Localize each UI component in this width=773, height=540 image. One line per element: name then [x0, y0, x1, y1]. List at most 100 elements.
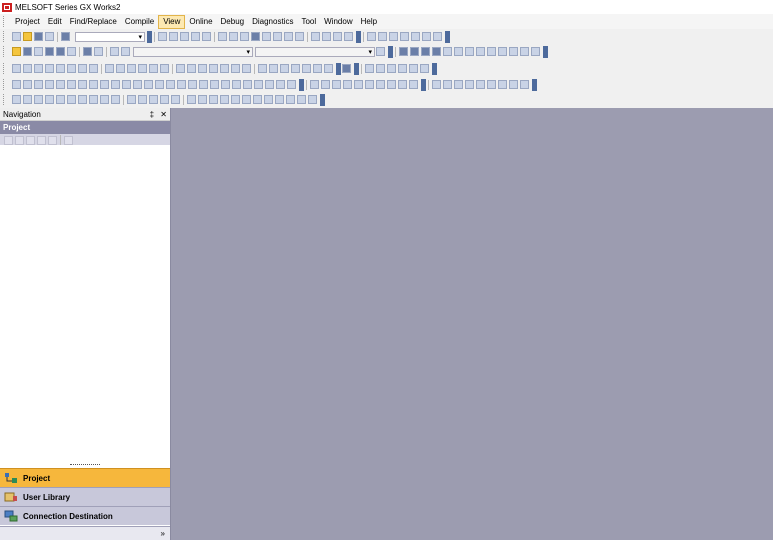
- device-comment-icon[interactable]: [258, 64, 267, 73]
- menu-window[interactable]: Window: [320, 16, 356, 28]
- monitor-icon[interactable]: [311, 32, 320, 41]
- close-icon[interactable]: ✕: [160, 110, 167, 119]
- watch-window-icon[interactable]: [67, 47, 76, 56]
- toolbar-overflow[interactable]: [543, 45, 548, 58]
- sfc-jump-icon[interactable]: [387, 64, 396, 73]
- function-icon[interactable]: [280, 64, 289, 73]
- menu-project[interactable]: Project: [11, 16, 44, 28]
- fbd-connector-icon[interactable]: [100, 80, 109, 89]
- structure-icon[interactable]: [302, 64, 311, 73]
- st-zoom-in-icon[interactable]: [398, 80, 407, 89]
- fbd-negate-icon[interactable]: [166, 80, 175, 89]
- sfc-edit-3-icon[interactable]: [34, 95, 43, 104]
- zoom-in-icon[interactable]: [313, 64, 322, 73]
- menu-online[interactable]: Online: [185, 16, 216, 28]
- watch-icon[interactable]: [389, 32, 398, 41]
- line-draw-icon[interactable]: [176, 64, 185, 73]
- pin-icon[interactable]: ‡: [150, 110, 154, 119]
- toolbar-overflow[interactable]: [354, 62, 359, 75]
- fbd-route-icon[interactable]: [265, 80, 274, 89]
- tool-8-icon[interactable]: [509, 80, 518, 89]
- fbd-block-icon[interactable]: [45, 80, 54, 89]
- tool-7-icon[interactable]: [498, 80, 507, 89]
- format-2-icon[interactable]: [410, 47, 419, 56]
- menu-edit[interactable]: Edit: [44, 16, 66, 28]
- simulate-icon[interactable]: [433, 32, 442, 41]
- new-data-icon[interactable]: [4, 135, 13, 145]
- nav-button-user-library[interactable]: User Library: [0, 487, 170, 506]
- menu-grip[interactable]: [3, 16, 7, 27]
- application-instruction-icon[interactable]: [67, 64, 76, 73]
- sfc-edit-12-icon[interactable]: [138, 95, 147, 104]
- project-tree[interactable]: [0, 145, 170, 470]
- fbd-order-icon[interactable]: [243, 80, 252, 89]
- print-icon[interactable]: [45, 32, 54, 41]
- navigation-splitter[interactable]: [0, 460, 170, 468]
- network-icon[interactable]: [83, 47, 92, 56]
- sfc-edit-17-icon[interactable]: [198, 95, 207, 104]
- fbd-parallel-icon[interactable]: [199, 80, 208, 89]
- sfc-step-icon[interactable]: [365, 64, 374, 73]
- replace-icon[interactable]: [229, 32, 238, 41]
- display-format-icon[interactable]: [509, 47, 518, 56]
- fbd-arrow-left-icon[interactable]: [232, 80, 241, 89]
- decimal-icon[interactable]: [443, 47, 452, 56]
- sfc-edit-16-icon[interactable]: [187, 95, 196, 104]
- compile-icon[interactable]: [284, 32, 293, 41]
- st-insert-icon[interactable]: [321, 80, 330, 89]
- fbd-zoom-out-icon[interactable]: [287, 80, 296, 89]
- coil-icon[interactable]: [56, 64, 65, 73]
- open-contact-icon[interactable]: [12, 64, 21, 73]
- format-1-icon[interactable]: [399, 47, 408, 56]
- fbd-left-rail-icon[interactable]: [133, 80, 142, 89]
- inline-structure-icon[interactable]: [209, 64, 218, 73]
- open-branch-icon[interactable]: [34, 64, 43, 73]
- toolbar-grip[interactable]: [3, 31, 7, 42]
- menu-debug[interactable]: Debug: [217, 16, 249, 28]
- rising-edge-icon[interactable]: [105, 64, 114, 73]
- comment-display-icon[interactable]: [520, 47, 529, 56]
- menu-help[interactable]: Help: [357, 16, 381, 28]
- sfc-edit-22-icon[interactable]: [253, 95, 262, 104]
- st-bookmark-icon[interactable]: [387, 80, 396, 89]
- help-icon[interactable]: [61, 32, 70, 41]
- tool-9-icon[interactable]: [520, 80, 529, 89]
- help-search-icon[interactable]: [342, 64, 351, 73]
- write-icon[interactable]: [322, 32, 331, 41]
- note-icon[interactable]: [231, 64, 240, 73]
- navigation-toggle-icon[interactable]: [12, 47, 21, 56]
- find-icon[interactable]: [218, 32, 227, 41]
- st-indent-icon[interactable]: [365, 80, 374, 89]
- sfc-edit-1-icon[interactable]: [12, 95, 21, 104]
- sfc-edit-4-icon[interactable]: [45, 95, 54, 104]
- globe-icon[interactable]: [110, 47, 119, 56]
- vertical-line-icon[interactable]: [89, 64, 98, 73]
- tool-1-icon[interactable]: [432, 80, 441, 89]
- sfc-edit-6-icon[interactable]: [67, 95, 76, 104]
- toolbar-overflow[interactable]: [445, 30, 450, 43]
- fbd-align-icon[interactable]: [254, 80, 263, 89]
- step-icon[interactable]: [400, 32, 409, 41]
- fbd-input-icon[interactable]: [23, 80, 32, 89]
- statement-icon[interactable]: [242, 64, 251, 73]
- fbd-return-icon[interactable]: [56, 80, 65, 89]
- fbd-comment-icon[interactable]: [89, 80, 98, 89]
- fbd-arrow-right-icon[interactable]: [221, 80, 230, 89]
- toolbar-overflow[interactable]: [320, 93, 325, 106]
- fbd-contact-icon[interactable]: [111, 80, 120, 89]
- cut-icon[interactable]: [158, 32, 167, 41]
- sfc-edit-14-icon[interactable]: [160, 95, 169, 104]
- sfc-edit-11-icon[interactable]: [127, 95, 136, 104]
- break-icon[interactable]: [411, 32, 420, 41]
- label-icon[interactable]: [269, 64, 278, 73]
- st-template-icon[interactable]: [310, 80, 319, 89]
- toolbar-grip[interactable]: [3, 63, 7, 74]
- toolbar-overflow[interactable]: [336, 62, 341, 75]
- select-mode-icon[interactable]: [12, 80, 21, 89]
- ascii-icon[interactable]: [454, 47, 463, 56]
- fbd-fall-icon[interactable]: [188, 80, 197, 89]
- fbd-output-icon[interactable]: [34, 80, 43, 89]
- format-3-icon[interactable]: [421, 47, 430, 56]
- toolbar-grip[interactable]: [3, 94, 7, 105]
- menu-view[interactable]: View: [158, 14, 186, 29]
